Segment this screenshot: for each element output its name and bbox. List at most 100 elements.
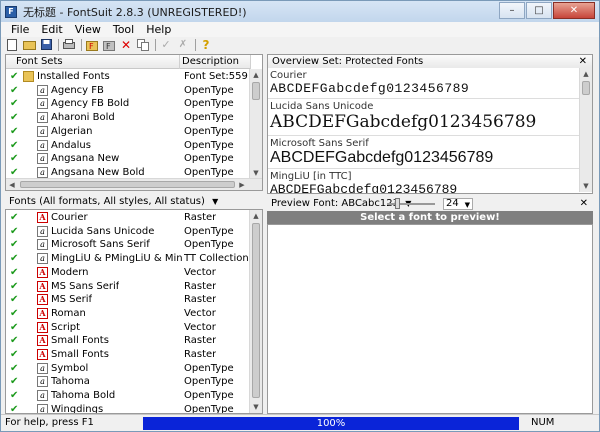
uninstall-font-icon[interactable]: F [102, 38, 116, 51]
font-sets-column-header[interactable]: Font Sets [6, 55, 180, 69]
overview-item[interactable]: Lucida Sans Unicode ABCDEFGabcdefg012345… [270, 101, 586, 132]
list-item[interactable]: ✔ a Lucida Sans Unicode OpenType [6, 225, 250, 238]
font-sets-vscroll[interactable]: ▲ ▼ [249, 69, 262, 179]
scroll-up-arrow-icon[interactable]: ▲ [250, 69, 262, 81]
checkbox-checked-icon[interactable]: ✔ [10, 97, 18, 110]
scroll-down-arrow-icon[interactable]: ▼ [250, 401, 262, 413]
list-item[interactable]: ✔ A MS Serif Raster [6, 293, 250, 306]
close-preview-icon[interactable]: ✕ [580, 197, 588, 211]
menu-tool[interactable]: Tool [107, 23, 140, 36]
checkbox-checked-icon[interactable]: ✔ [10, 111, 18, 124]
print-icon[interactable] [62, 38, 76, 51]
checkbox-checked-icon[interactable]: ✔ [10, 362, 18, 375]
list-item[interactable]: ✔ a Symbol OpenType [6, 362, 250, 375]
checkbox-checked-icon[interactable]: ✔ [10, 348, 18, 361]
overview-item[interactable]: Microsoft Sans Serif ABCDEFGabcdefg01234… [270, 138, 586, 167]
checkbox-checked-icon[interactable]: ✔ [10, 166, 18, 179]
save-icon[interactable] [39, 38, 53, 51]
scroll-up-arrow-icon[interactable]: ▲ [580, 68, 592, 80]
scroll-thumb[interactable] [20, 181, 235, 188]
list-item[interactable]: ✔ a Agency FB Bold OpenType [6, 97, 250, 110]
checkbox-checked-icon[interactable]: ✔ [10, 211, 18, 224]
size-slider[interactable] [387, 198, 435, 209]
scroll-down-arrow-icon[interactable]: ▼ [580, 180, 592, 192]
checkbox-checked-icon[interactable]: ✔ [10, 280, 18, 293]
checkbox-checked-icon[interactable]: ✔ [10, 321, 18, 334]
list-item[interactable]: ✔ a Wingdings OpenType [6, 403, 250, 413]
checkbox-checked-icon[interactable]: ✔ [10, 70, 18, 83]
overview-item[interactable]: Courier ABCDEFGabcdefg0123456789 [270, 70, 586, 96]
menu-view[interactable]: View [69, 23, 107, 36]
checkbox-checked-icon[interactable]: ✔ [10, 125, 18, 138]
uncheck-icon[interactable]: ✗ [176, 38, 190, 51]
checkbox-checked-icon[interactable]: ✔ [10, 225, 18, 238]
overview-font-name: Lucida Sans Unicode [270, 101, 374, 112]
list-item[interactable]: ✔ A Roman Vector [6, 307, 250, 320]
list-item[interactable]: ✔ a Aharoni Bold OpenType [6, 111, 250, 124]
list-item[interactable]: ✔ a Agency FB OpenType [6, 84, 250, 97]
font-sets-hscroll[interactable]: ◀ ▶ [6, 178, 262, 190]
menu-edit[interactable]: Edit [35, 23, 68, 36]
checkbox-checked-icon[interactable]: ✔ [10, 139, 18, 152]
scroll-thumb[interactable] [582, 81, 590, 95]
copy-icon[interactable] [136, 38, 150, 51]
checkbox-checked-icon[interactable]: ✔ [10, 375, 18, 388]
size-select[interactable]: 24 ▼ [443, 198, 473, 210]
overview-vscroll[interactable]: ▲ ▼ [579, 68, 592, 192]
folder-icon [23, 71, 34, 82]
scroll-thumb[interactable] [252, 223, 260, 398]
checkbox-checked-icon[interactable]: ✔ [10, 266, 18, 279]
overview-font-name: MingLiU [in TTC] [270, 171, 352, 182]
list-item[interactable]: ✔ A Small Fonts Raster [6, 348, 250, 361]
font-description: Font Set:559 font [184, 71, 250, 82]
scroll-up-arrow-icon[interactable]: ▲ [250, 210, 262, 222]
overview-item[interactable]: MingLiU [in TTC] ABCDEFGabcdefg012345678… [270, 171, 586, 193]
description-column-header[interactable]: Description [180, 55, 251, 69]
checkbox-checked-icon[interactable]: ✔ [10, 152, 18, 165]
divider [268, 98, 580, 99]
new-icon[interactable] [5, 38, 19, 51]
scroll-thumb[interactable] [252, 82, 260, 100]
close-button[interactable]: ✕ [553, 2, 595, 19]
list-item[interactable]: ✔ a Andalus OpenType [6, 139, 250, 152]
list-item[interactable]: ✔ a Angsana New OpenType [6, 152, 250, 165]
checkbox-checked-icon[interactable]: ✔ [10, 84, 18, 97]
font-name: Angsana New [51, 153, 120, 165]
list-item[interactable]: ✔ A Courier Raster [6, 211, 250, 224]
minimize-button[interactable]: – [499, 2, 525, 19]
list-item[interactable]: ✔ A Script Vector [6, 321, 250, 334]
list-item[interactable]: ✔ A MS Sans Serif Raster [6, 280, 250, 293]
checkbox-checked-icon[interactable]: ✔ [10, 307, 18, 320]
slider-thumb[interactable] [395, 198, 400, 209]
fonts-vscroll[interactable]: ▲ ▼ [249, 210, 262, 413]
checkbox-checked-icon[interactable]: ✔ [10, 403, 18, 413]
list-item[interactable]: ✔ a Tahoma OpenType [6, 375, 250, 388]
menu-help[interactable]: Help [140, 23, 177, 36]
font-description: OpenType [184, 98, 234, 110]
scroll-right-arrow-icon[interactable]: ▶ [236, 179, 248, 190]
checkbox-checked-icon[interactable]: ✔ [10, 238, 18, 251]
open-folder-icon[interactable] [22, 38, 36, 51]
scroll-left-arrow-icon[interactable]: ◀ [6, 179, 18, 190]
list-item[interactable]: ✔ a Angsana New Bold OpenType [6, 166, 250, 179]
help-icon[interactable]: ? [199, 38, 213, 52]
maximize-button[interactable]: □ [526, 2, 552, 19]
delete-icon[interactable]: ✕ [119, 38, 133, 52]
check-icon[interactable]: ✓ [159, 38, 173, 51]
close-overview-icon[interactable]: ✕ [579, 55, 587, 69]
list-item[interactable]: ✔ a Algerian OpenType [6, 125, 250, 138]
list-item[interactable]: ✔ a Microsoft Sans Serif OpenType [6, 238, 250, 251]
list-item[interactable]: ✔ A Small Fonts Raster [6, 334, 250, 347]
checkbox-checked-icon[interactable]: ✔ [10, 293, 18, 306]
list-item[interactable]: ✔ Installed Fonts Font Set:559 font [6, 70, 250, 83]
list-item[interactable]: ✔ a Tahoma Bold OpenType [6, 389, 250, 402]
menu-file[interactable]: File [5, 23, 35, 36]
install-font-icon[interactable]: F [85, 38, 99, 51]
fonts-filter-dropdown[interactable]: Fonts (All formats, All styles, All stat… [5, 195, 263, 209]
list-item[interactable]: ✔ aMingLiU & PMingLiU & MingLiU_HTT Colle… [6, 252, 250, 265]
raster-font-icon: A [37, 335, 48, 347]
checkbox-checked-icon[interactable]: ✔ [10, 389, 18, 402]
checkbox-checked-icon[interactable]: ✔ [10, 334, 18, 347]
checkbox-checked-icon[interactable]: ✔ [10, 252, 18, 265]
list-item[interactable]: ✔ A Modern Vector [6, 266, 250, 279]
